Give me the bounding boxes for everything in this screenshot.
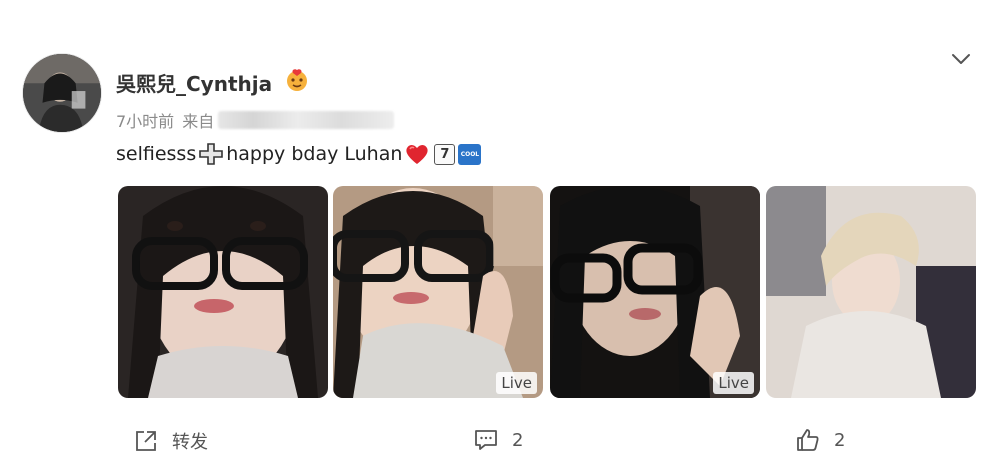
like-count: 2	[834, 429, 846, 451]
post-text: selfiesss happy bday Luhan 7 COOL	[116, 142, 482, 166]
cross-emoji-icon	[199, 143, 224, 165]
like-icon	[797, 429, 819, 451]
photo-1[interactable]	[118, 186, 328, 398]
photo-3[interactable]: Live	[550, 186, 760, 398]
username[interactable]: 吳熙兒_Cynthja	[116, 68, 272, 97]
share-icon	[136, 431, 156, 451]
post-text-part2: happy bday Luhan	[226, 143, 403, 165]
cool-emoji: COOL	[458, 143, 482, 165]
heart-emoji-icon	[406, 145, 428, 164]
like-button[interactable]: 2	[796, 428, 845, 452]
repost-button[interactable]: 转发	[134, 428, 208, 454]
comment-count: 2	[512, 429, 524, 451]
weibo-post-card: 吳熙兒_Cynthja 7小时前 来自 selfiesss happy bday…	[0, 0, 1000, 468]
keycap-seven-emoji: 7	[434, 143, 456, 165]
chevron-down-icon[interactable]	[948, 48, 974, 70]
action-bar: 转发 2 2	[0, 428, 1000, 458]
post-text-part1: selfiesss	[116, 143, 197, 165]
source-label: 来自	[182, 112, 215, 131]
comment-icon	[475, 430, 497, 450]
live-badge: Live	[713, 372, 754, 394]
photo-2[interactable]: Live	[333, 186, 543, 398]
live-badge: Live	[496, 372, 537, 394]
comment-button[interactable]: 2	[474, 428, 523, 452]
post-time: 7小时前	[116, 112, 175, 131]
source-blurred	[218, 111, 395, 129]
avatar[interactable]	[22, 53, 102, 133]
photo-4[interactable]	[766, 186, 976, 398]
post-meta: 7小时前 来自	[116, 108, 395, 132]
repost-label: 转发	[172, 432, 208, 453]
fan-badge-icon[interactable]	[285, 68, 309, 92]
